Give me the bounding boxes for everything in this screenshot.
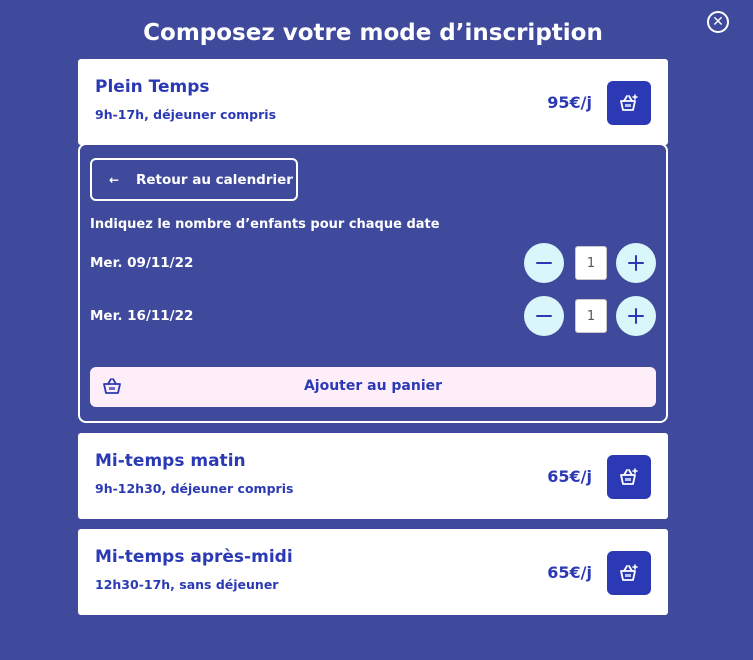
option-card-mi-temps-apres-midi: Mi-temps après-midi 12h30-17h, sans déje… (78, 529, 668, 615)
increase-button[interactable] (616, 243, 656, 283)
panel-instruction: Indiquez le nombre d’enfants pour chaque… (90, 217, 440, 232)
decrease-button[interactable] (524, 296, 564, 336)
option-title: Mi-temps après-midi (95, 547, 293, 567)
back-button-label: Retour au calendrier (136, 171, 293, 188)
option-price: 65€/j (547, 467, 592, 486)
plus-icon (628, 255, 644, 271)
option-card-mi-temps-matin: Mi-temps matin 9h-12h30, déjeuner compri… (78, 433, 668, 519)
date-label: Mer. 16/11/22 (90, 308, 194, 324)
option-hours: 9h-17h, déjeuner compris (95, 107, 277, 122)
quantity-input[interactable] (575, 299, 607, 333)
date-quantity-panel: ← Retour au calendrier Indiquez le nombr… (78, 143, 668, 423)
add-basket-button[interactable] (607, 455, 651, 499)
decrease-button[interactable] (524, 243, 564, 283)
date-row: Mer. 09/11/22 (90, 243, 658, 283)
add-basket-button[interactable] (607, 551, 651, 595)
modal-title: Composez votre mode d’inscription (143, 20, 603, 46)
back-to-calendar-button[interactable]: ← Retour au calendrier (90, 158, 298, 201)
option-title: Plein Temps (95, 77, 210, 97)
add-to-cart-label: Ajouter au panier (303, 378, 443, 394)
plus-icon (628, 308, 644, 324)
option-title: Mi-temps matin (95, 451, 246, 471)
close-button[interactable]: ✕ (707, 11, 729, 33)
option-hours: 12h30-17h, sans déjeuner (95, 577, 279, 592)
basket-add-icon (620, 468, 638, 485)
option-price: 65€/j (547, 563, 592, 582)
close-icon: ✕ (712, 14, 724, 30)
arrow-left-icon: ← (108, 172, 120, 187)
minus-icon (536, 262, 552, 264)
date-row: Mer. 16/11/22 (90, 296, 658, 336)
option-hours: 9h-12h30, déjeuner compris (95, 481, 294, 496)
increase-button[interactable] (616, 296, 656, 336)
basket-add-icon (620, 94, 638, 111)
registration-modal: Composez votre mode d’inscription ✕ Plei… (0, 0, 753, 660)
basket-add-icon (620, 564, 638, 581)
date-label: Mer. 09/11/22 (90, 255, 194, 271)
minus-icon (536, 315, 552, 317)
quantity-input[interactable] (575, 246, 607, 280)
add-basket-button[interactable] (607, 81, 651, 125)
option-price: 95€/j (547, 93, 592, 112)
option-card-plein-temps: Plein Temps 9h-17h, déjeuner compris 95€… (78, 59, 668, 145)
add-to-cart-button[interactable]: Ajouter au panier (90, 367, 656, 407)
